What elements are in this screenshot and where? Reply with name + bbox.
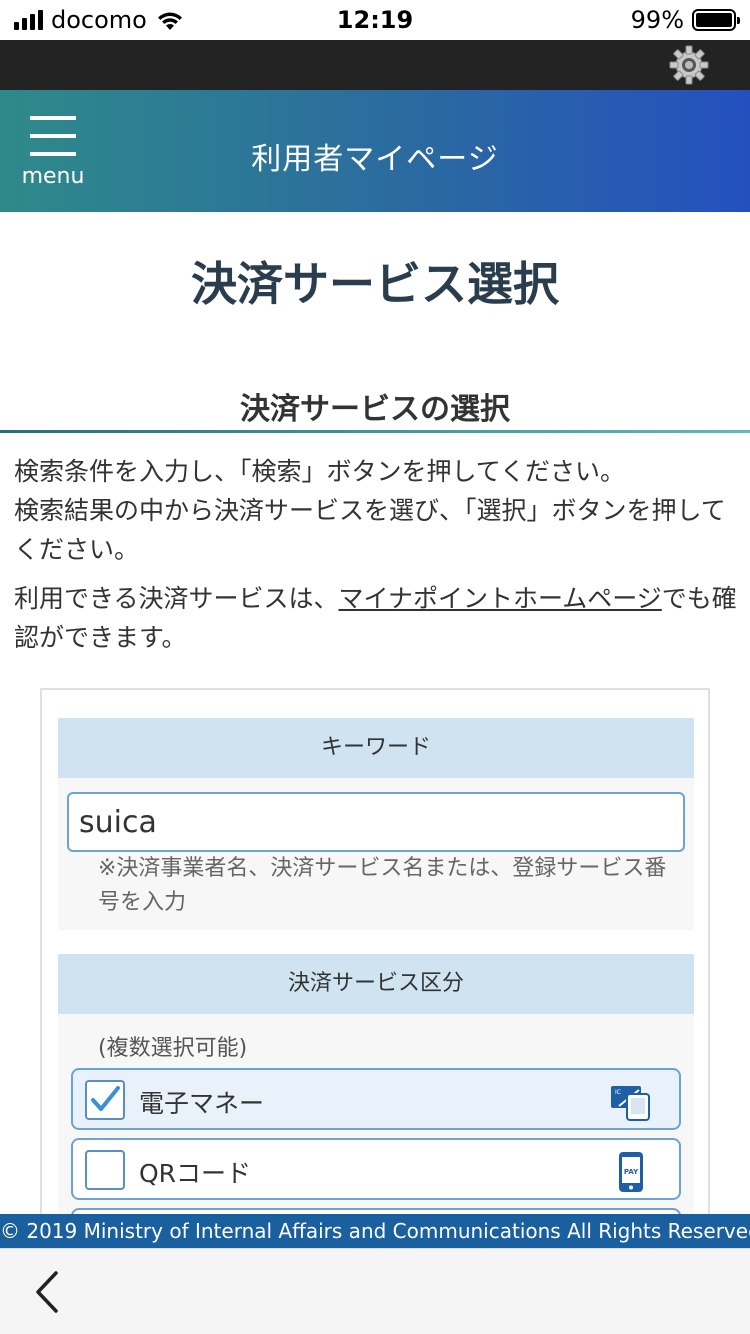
category-heading: 決済サービス区分 (58, 954, 694, 1014)
svg-text:PAY: PAY (624, 1168, 639, 1176)
instruction-text: 検索条件を入力し、「検索」ボタンを押してください。 検索結果の中から決済サービス… (14, 452, 738, 569)
app-toolbar (0, 40, 750, 90)
qrcode-checkbox[interactable] (85, 1150, 125, 1190)
status-right: 99% (630, 6, 740, 34)
keyword-input[interactable] (67, 792, 685, 852)
section-divider (0, 430, 750, 433)
instructions: 検索条件を入力し、「検索」ボタンを押してください。 検索結果の中から決済サービス… (14, 452, 738, 667)
option-emoney[interactable]: 電子マネー IC (71, 1068, 681, 1130)
status-bar: docomo 12:19 99% (0, 0, 750, 40)
copyright-bar: © 2019 Ministry of Internal Affairs and … (0, 1214, 750, 1248)
hamburger-icon (30, 116, 76, 120)
header-title: 利用者マイページ (251, 142, 499, 177)
qr-pay-phone-icon: PAY (619, 1152, 643, 1192)
back-arrow-icon[interactable] (28, 1267, 68, 1317)
emoney-checkbox[interactable] (85, 1080, 125, 1120)
ic-card-icon: IC (611, 1086, 650, 1121)
instruction-line-2: 検索結果の中から決済サービスを選び、「選択」ボタンを押してください。 (14, 496, 726, 564)
info-prefix: 利用できる決済サービスは、 (14, 584, 339, 613)
battery-icon (692, 9, 740, 31)
option-label: QRコード (139, 1159, 252, 1188)
section-title: 決済サービスの選択 (240, 392, 510, 427)
browser-bottom-bar (0, 1248, 750, 1334)
instruction-line-1: 検索条件を入力し、「検索」ボタンを押してください。 (14, 457, 626, 486)
keyword-hint: ※決済事業者名、決済サービス名または、登録サービス番号を入力 (98, 856, 667, 915)
keyword-heading: キーワード (58, 718, 694, 778)
search-panel: キーワード ※決済事業者名、決済サービス名または、登録サービス番号を入力 決済サ… (40, 688, 710, 1250)
page-title: 決済サービス選択 (191, 257, 559, 311)
battery-percent: 99% (630, 6, 684, 34)
option-label: 電子マネー (139, 1089, 265, 1118)
page-header: menu 利用者マイページ (0, 90, 750, 212)
checkmark-icon (91, 1086, 120, 1111)
multi-select-note: (複数選択可能) (98, 1036, 248, 1061)
gear-icon[interactable] (668, 44, 710, 86)
svg-text:IC: IC (615, 1089, 621, 1096)
option-qrcode[interactable]: QRコード PAY (71, 1138, 681, 1200)
info-text: 利用できる決済サービスは、マイナポイントホームページでも確認ができます。 (14, 579, 738, 657)
mynapoint-homepage-link[interactable]: マイナポイントホームページ (339, 584, 662, 613)
